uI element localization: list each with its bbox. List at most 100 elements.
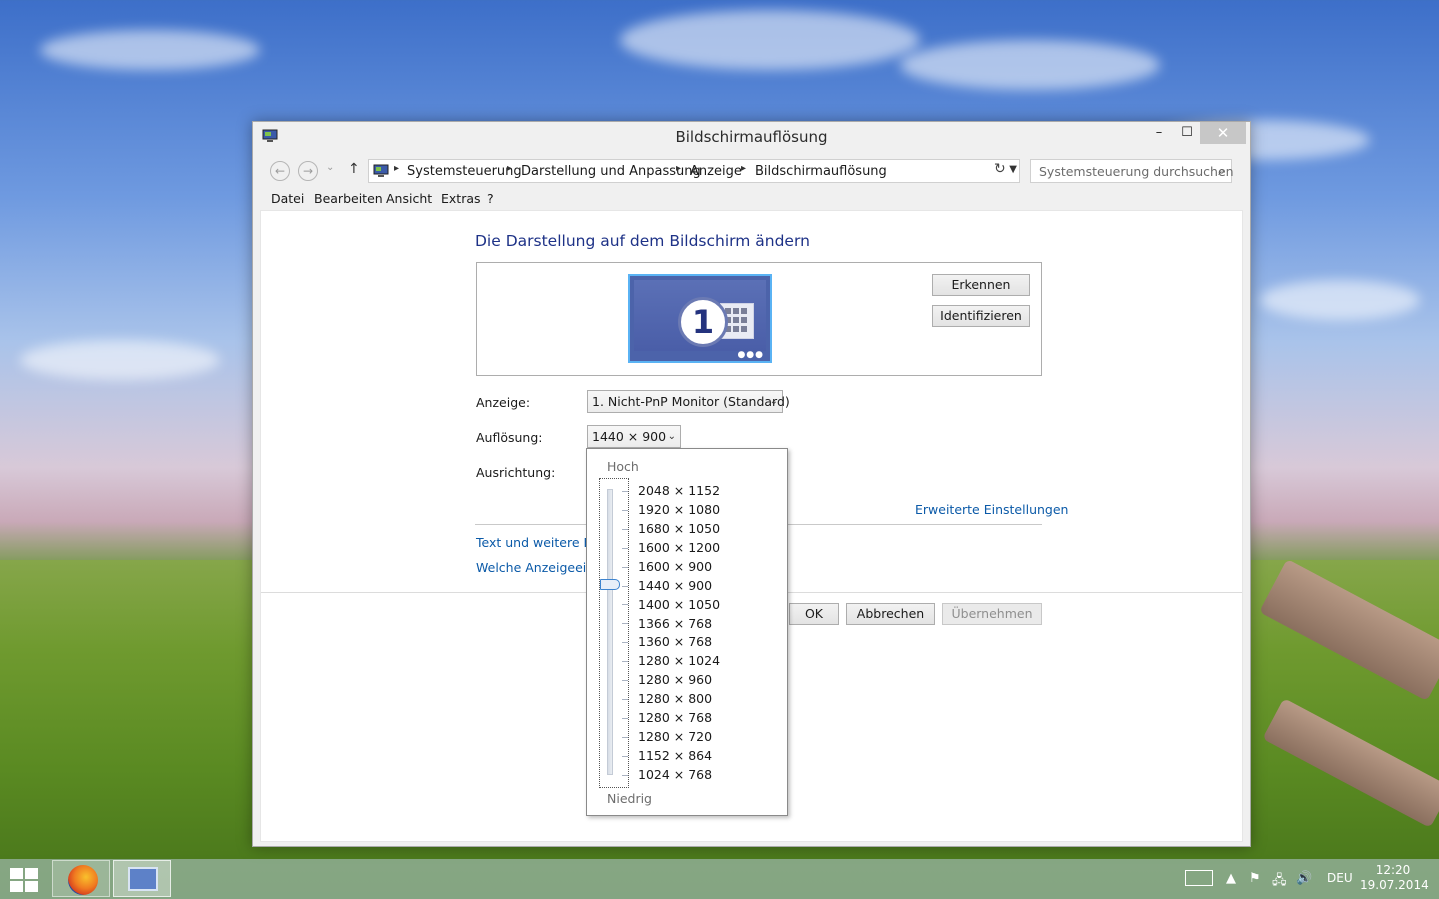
chevron-down-icon: ⌄	[769, 396, 778, 407]
display-label: Anzeige:	[476, 395, 531, 410]
resolution-select-value: 1440 × 900	[592, 429, 667, 444]
close-button[interactable]: ✕	[1200, 122, 1246, 144]
monitor-preview-area: 1 ●●● Erkennen Identifizieren	[476, 262, 1042, 376]
resolution-select[interactable]: 1440 × 900 ⌄	[587, 425, 681, 448]
address-bar[interactable]: ▸ Systemsteuerung ▸ Darstellung und Anpa…	[368, 159, 1020, 183]
input-language-indicator[interactable]: DEU	[1327, 871, 1353, 885]
taskbar-control-panel[interactable]	[113, 860, 171, 897]
menu-extras[interactable]: Extras	[441, 191, 481, 206]
resolution-option[interactable]: 1400 × 1050	[638, 597, 720, 612]
slider-tick	[622, 509, 628, 511]
slider-tick	[622, 642, 628, 644]
resolution-option[interactable]: 1280 × 960	[638, 672, 712, 687]
resolution-option[interactable]: 1280 × 800	[638, 691, 712, 706]
slider-tick	[622, 736, 628, 738]
volume-icon[interactable]: 🔊	[1296, 871, 1312, 886]
breadcrumb-separator-icon[interactable]: ▸	[507, 163, 512, 174]
slider-tick	[622, 774, 628, 776]
clock-date: 19.07.2014	[1360, 878, 1429, 892]
resolution-option[interactable]: 1366 × 768	[638, 616, 712, 631]
window-title: Bildschirmauflösung	[675, 128, 828, 146]
resolution-slider-track[interactable]	[607, 489, 613, 775]
cancel-button[interactable]: Abbrechen	[846, 603, 935, 625]
menu-help[interactable]: ?	[487, 191, 494, 206]
slider-tick	[622, 566, 628, 568]
resolution-option[interactable]: 2048 × 1152	[638, 483, 720, 498]
breadcrumb-bildschirmaufloesung[interactable]: Bildschirmauflösung	[755, 164, 887, 179]
recent-locations-icon[interactable]: ⌄	[326, 162, 334, 173]
resolution-option[interactable]: 1360 × 768	[638, 634, 712, 649]
ok-button[interactable]: OK	[789, 603, 839, 625]
breadcrumb-systemsteuerung[interactable]: Systemsteuerung	[407, 164, 522, 179]
slider-tick	[622, 680, 628, 681]
resolution-option[interactable]: 1920 × 1080	[638, 502, 720, 517]
display-select[interactable]: 1. Nicht-PnP Monitor (Standard) ⌄	[587, 390, 790, 413]
menu-bearbeiten[interactable]: Bearbeiten	[314, 191, 383, 206]
menu-datei[interactable]: Datei	[271, 191, 304, 206]
resolution-option[interactable]: 1680 × 1050	[638, 521, 720, 536]
network-icon[interactable]: 🖧	[1272, 871, 1287, 893]
show-hidden-icons-icon[interactable]: ▲	[1226, 871, 1236, 886]
breadcrumb-separator-icon[interactable]: ▸	[676, 163, 681, 174]
up-button[interactable]: ↑	[348, 161, 360, 177]
slider-tick	[622, 755, 628, 757]
slider-tick	[622, 528, 628, 530]
breadcrumb-separator-icon[interactable]: ▸	[394, 163, 399, 174]
resolution-option[interactable]: 1280 × 768	[638, 710, 712, 725]
refresh-icon[interactable]: ↻	[994, 161, 1006, 177]
touch-keyboard-icon[interactable]	[1185, 870, 1213, 886]
taskbar-firefox[interactable]	[52, 860, 110, 897]
taskbar: ▲ ⚑ 🖧 🔊 DEU 12:20 19.07.2014	[0, 859, 1439, 899]
slider-tick	[622, 604, 628, 606]
slider-tick	[622, 717, 628, 719]
minimize-button[interactable]: –	[1145, 122, 1173, 144]
detect-button[interactable]: Erkennen	[932, 274, 1030, 296]
clock-time: 12:20	[1375, 863, 1411, 877]
dots-icon: ●●●	[737, 350, 764, 360]
search-input[interactable]: Systemsteuerung durchsuchen ⌕	[1030, 159, 1234, 183]
resolution-option[interactable]: 1024 × 768	[638, 767, 712, 782]
slider-low-label: Niedrig	[607, 791, 652, 806]
breadcrumb-darstellung[interactable]: Darstellung und Anpassung	[521, 164, 701, 179]
resolution-option[interactable]: 1280 × 1024	[638, 653, 720, 668]
title-bar: Bildschirmauflösung – ☐ ✕	[253, 122, 1250, 152]
forward-button[interactable]: →	[298, 161, 318, 181]
action-center-flag-icon[interactable]: ⚑	[1249, 871, 1261, 886]
identify-button[interactable]: Identifizieren	[932, 305, 1030, 327]
slider-tick	[622, 623, 628, 625]
control-panel-icon	[373, 164, 389, 177]
slider-tick	[622, 547, 628, 549]
back-button[interactable]: ←	[270, 161, 290, 181]
resolution-option[interactable]: 1600 × 1200	[638, 540, 720, 555]
resolution-option[interactable]: 1152 × 864	[638, 748, 712, 763]
resolution-option[interactable]: 1600 × 900	[638, 559, 712, 574]
orientation-label: Ausrichtung:	[476, 465, 556, 480]
clock[interactable]: 12:20 19.07.2014	[1360, 863, 1429, 893]
resolution-slider-thumb[interactable]	[600, 579, 620, 590]
control-panel-icon	[128, 867, 158, 891]
slider-focus-frame	[599, 478, 629, 788]
resolution-option-selected[interactable]: 1440 × 900	[638, 578, 712, 593]
start-button[interactable]	[10, 868, 38, 892]
apply-button[interactable]: Übernehmen	[942, 603, 1042, 625]
monitor-1-tile[interactable]: 1 ●●●	[628, 274, 772, 363]
advanced-settings-link[interactable]: Erweiterte Einstellungen	[915, 502, 1068, 517]
search-icon[interactable]: ⌕	[1218, 164, 1225, 179]
slider-tick	[622, 661, 628, 663]
resolution-dropdown: Hoch 2048 × 1152 1920 × 1080 1680 × 1050…	[586, 448, 788, 816]
slider-tick	[622, 698, 628, 700]
navigation-bar: ← → ⌄ ↑ ▸ Systemsteuerung ▸ Darstellung …	[260, 157, 1243, 185]
page-title: Die Darstellung auf dem Bildschirm änder…	[475, 232, 810, 250]
monitor-number-badge: 1	[678, 297, 728, 347]
slider-high-label: Hoch	[607, 459, 639, 474]
resolution-label: Auflösung:	[476, 430, 543, 445]
chevron-down-icon[interactable]: ▼	[1009, 164, 1017, 175]
menu-bar: Datei Bearbeiten Ansicht Extras ?	[260, 187, 1243, 209]
maximize-button[interactable]: ☐	[1173, 122, 1201, 144]
slider-tick	[622, 491, 628, 492]
resolution-option[interactable]: 1280 × 720	[638, 729, 712, 744]
breadcrumb-anzeige[interactable]: Anzeige	[690, 164, 742, 179]
display-select-value: 1. Nicht-PnP Monitor (Standard)	[592, 394, 790, 409]
breadcrumb-separator-icon[interactable]: ▸	[741, 163, 746, 174]
menu-ansicht[interactable]: Ansicht	[386, 191, 432, 206]
